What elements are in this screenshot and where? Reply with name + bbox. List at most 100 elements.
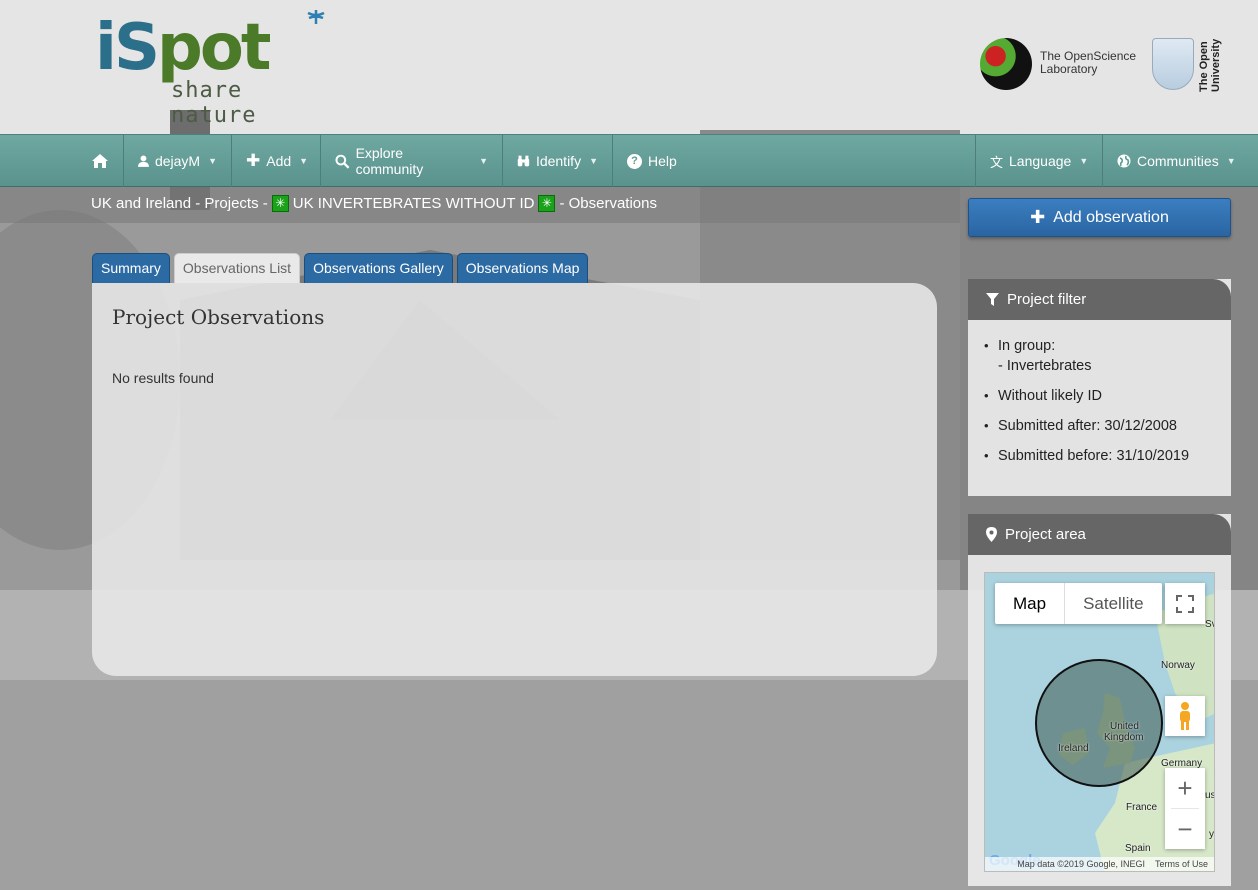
chevron-down-icon: ▼ [1079, 156, 1089, 166]
filter-item-value: - Invertebrates [998, 358, 1092, 374]
filter-item-label: Submitted after: 30/12/2008 [998, 418, 1177, 434]
map-zoom-control: + − [1165, 768, 1205, 849]
map-attribution: Map data ©2019 Google, INEGI Terms of Us… [985, 857, 1214, 871]
ispot-logo[interactable]: iSpot share nature [95, 10, 335, 128]
nav-add-menu[interactable]: ✚ Add ▼ [232, 135, 321, 187]
project-filter-panel: Project filter In group: - Invertebrates… [968, 279, 1231, 496]
chevron-down-icon: ▼ [299, 156, 309, 166]
logo-text-is: iS [95, 11, 160, 85]
nav-home[interactable] [76, 135, 124, 187]
map-marker-icon [986, 527, 997, 542]
chevron-down-icon: ▼ [479, 156, 488, 166]
nav-identify-label: Identify [535, 153, 582, 169]
osl-emblem-icon [980, 38, 1032, 90]
site-header: iSpot share nature The OpenScience Labor… [0, 0, 1258, 134]
map-data-attribution: Map data ©2019 Google, INEGI [1017, 859, 1145, 869]
ou-line2: University [1210, 38, 1222, 92]
filter-icon [986, 293, 999, 306]
street-view-pegman[interactable] [1165, 696, 1205, 736]
observations-panel: Project Observations No results found [92, 283, 937, 676]
chevron-down-icon: ▼ [589, 156, 598, 166]
chevron-down-icon: ▼ [1226, 156, 1236, 166]
map-type-map-button[interactable]: Map [995, 583, 1066, 624]
fullscreen-button[interactable] [1165, 583, 1205, 624]
zoom-in-button[interactable]: + [1165, 768, 1205, 808]
breadcrumb-current: - Observations [559, 195, 657, 212]
project-tabs: Summary Observations List Observations G… [92, 253, 589, 283]
nav-identify-menu[interactable]: Identify ▼ [503, 135, 613, 187]
project-filter-header: Project filter [968, 279, 1231, 320]
filter-item-label: Submitted before: 31/10/2019 [998, 448, 1190, 464]
project-area-title: Project area [1005, 526, 1086, 543]
ou-shield-icon [1152, 38, 1194, 90]
open-university-logo[interactable]: The Open University [1152, 38, 1232, 92]
home-icon [91, 154, 108, 168]
nav-user-menu[interactable]: dejayM ▼ [124, 135, 232, 187]
osl-line2: Laboratory [1040, 62, 1098, 76]
project-area-panel: Project area Norway United Kingdom Irela… [968, 514, 1231, 886]
add-observation-button[interactable]: ✚ Add observation [968, 198, 1231, 237]
project-star-icon: ✳ [271, 195, 289, 212]
map-label-uk: United [1110, 721, 1139, 732]
filter-item-group: In group: - Invertebrates [984, 336, 1231, 376]
language-icon: 文 [990, 154, 1004, 170]
ou-label: The Open University [1198, 32, 1222, 92]
filter-item-likely-id: Without likely ID [984, 386, 1231, 406]
filter-item-submitted-before: Submitted before: 31/10/2019 [984, 446, 1231, 466]
ou-line1: The Open [1198, 41, 1210, 92]
nav-explore-label: Explore community [355, 145, 424, 177]
logo-tagline: share nature [171, 78, 257, 128]
pegman-icon [1180, 702, 1190, 730]
nav-user-label: dejayM [154, 153, 201, 169]
project-filter-title: Project filter [1007, 291, 1087, 308]
map-label-sv: Sv [1205, 619, 1214, 630]
globe-icon [1117, 154, 1131, 168]
nav-explore-menu[interactable]: Explore community ▼ [321, 135, 503, 187]
tab-observations-map[interactable]: Observations Map [456, 253, 589, 283]
binoculars-icon [517, 155, 530, 167]
page-title: Project Observations [112, 305, 325, 329]
nav-language-menu[interactable]: 文 Language ▼ [975, 135, 1103, 187]
map-terms-link[interactable]: Terms of Use [1155, 857, 1208, 871]
open-science-lab-logo[interactable]: The OpenScience Laboratory [980, 38, 1140, 92]
add-observation-label: Add observation [1053, 208, 1169, 226]
nav-communities-menu[interactable]: Communities ▼ [1103, 135, 1253, 187]
breadcrumb-project-link[interactable]: UK INVERTEBRATES WITHOUT ID [293, 195, 535, 212]
map-label-ireland: Ireland [1058, 743, 1089, 754]
chevron-down-icon: ▼ [208, 156, 217, 166]
tab-summary[interactable]: Summary [92, 253, 170, 283]
tab-observations-list[interactable]: Observations List [173, 253, 301, 283]
filter-item-label: In group: [998, 338, 1056, 354]
filter-item-label: Without likely ID [998, 388, 1102, 404]
map-label-france: France [1126, 802, 1158, 813]
filter-list: In group: - Invertebrates Without likely… [968, 320, 1231, 466]
osl-label: The OpenScience Laboratory [1040, 50, 1136, 76]
map-label-uk-2: Kingdom [1104, 732, 1144, 743]
map-label-norway: Norway [1161, 660, 1195, 671]
project-star-icon: ✳ [538, 195, 556, 212]
nav-add-label: Add [266, 153, 292, 169]
logo-wordmark: iSpot [95, 11, 271, 85]
map-label-ust: ust [1205, 790, 1214, 801]
nav-communities-label: Communities [1137, 153, 1219, 169]
tab-observations-gallery[interactable]: Observations Gallery [304, 253, 453, 283]
plus-icon: ✚ [246, 151, 261, 170]
logo-text-pot: pot [157, 11, 271, 85]
zoom-out-button[interactable]: − [1165, 809, 1205, 849]
dragonfly-icon [307, 10, 325, 24]
nav-language-label: Language [1009, 153, 1072, 169]
map-type-satellite-button[interactable]: Satellite [1065, 583, 1161, 624]
breadcrumb-projects-link[interactable]: UK and Ireland - Projects - [91, 195, 268, 212]
help-icon: ? [627, 153, 642, 169]
nav-help[interactable]: ? Help [613, 135, 691, 187]
map-label-spain: Spain [1125, 843, 1151, 854]
project-area-map[interactable]: Norway United Kingdom Ireland Germany Fr… [984, 572, 1215, 872]
breadcrumb: UK and Ireland - Projects - ✳ UK INVERTE… [91, 195, 657, 212]
project-area-header: Project area [968, 514, 1231, 555]
plus-icon: ✚ [1030, 207, 1046, 227]
no-results-message: No results found [112, 370, 214, 386]
filter-item-submitted-after: Submitted after: 30/12/2008 [984, 416, 1231, 436]
fullscreen-icon [1176, 594, 1194, 613]
nav-help-label: Help [648, 153, 677, 169]
map-label-y: y [1209, 829, 1214, 840]
